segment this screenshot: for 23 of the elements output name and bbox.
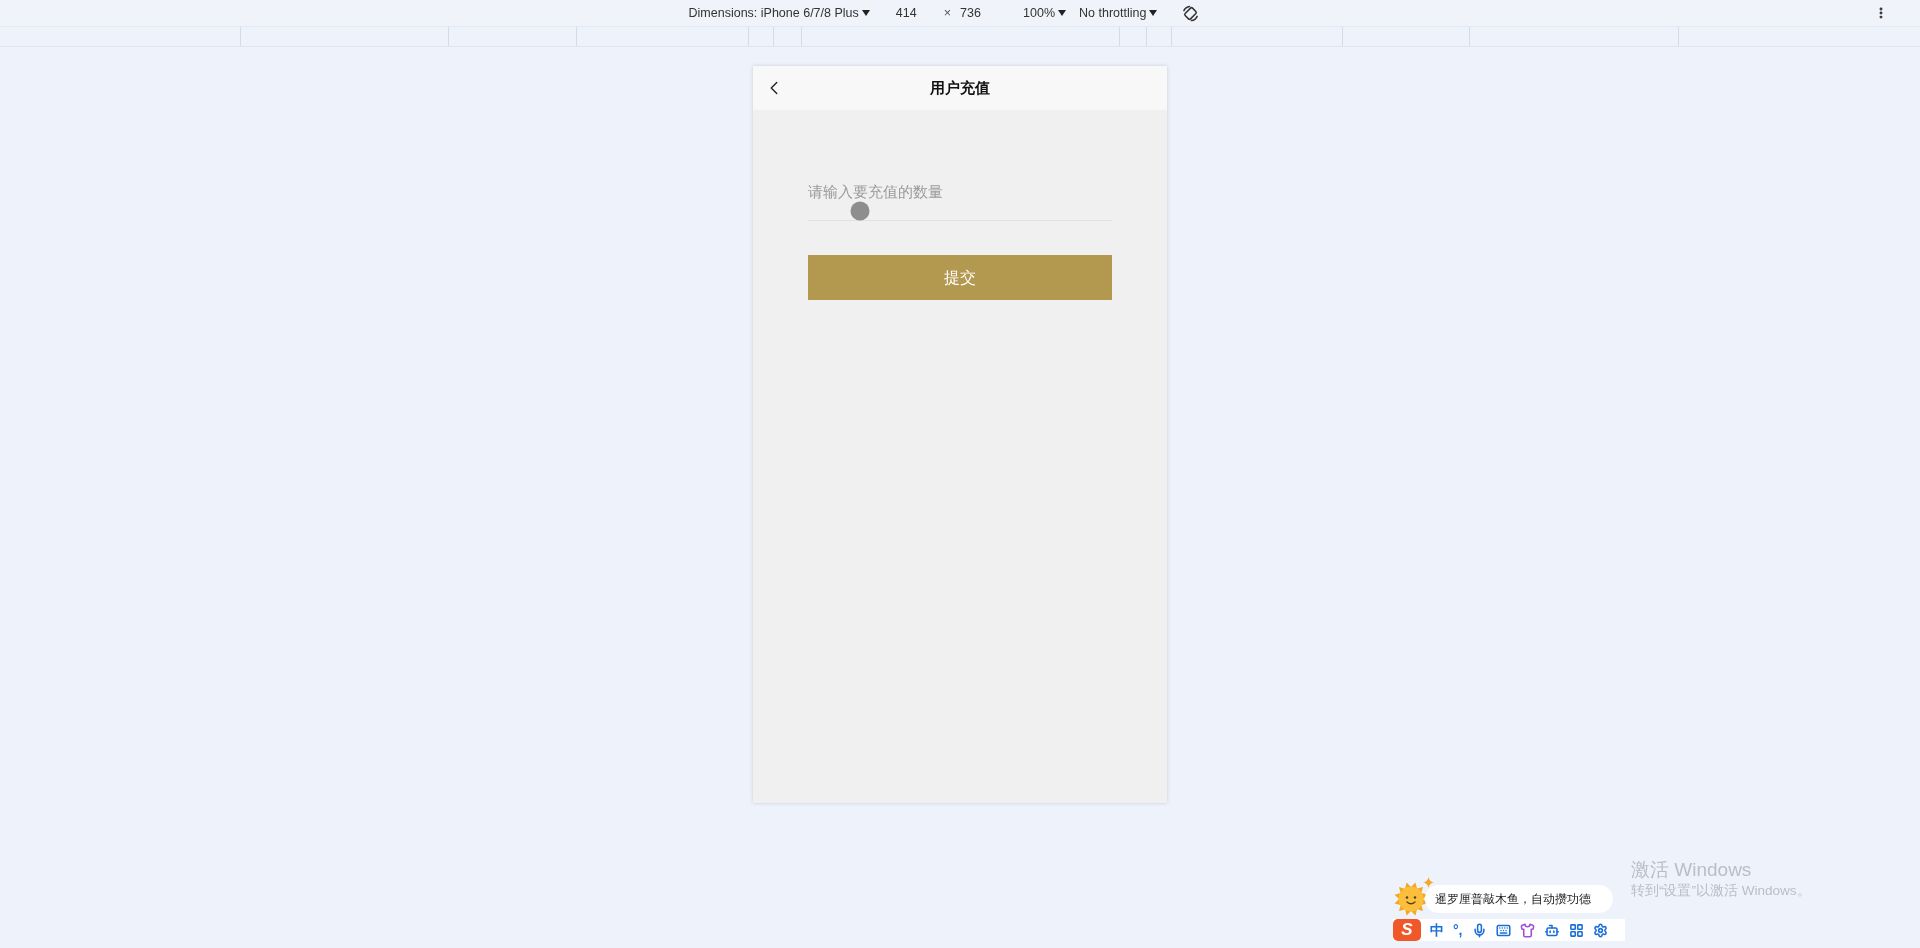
ime-mode[interactable]: 中 [1430,919,1444,941]
microphone-icon[interactable] [1471,922,1487,938]
caret-icon [1058,10,1067,16]
settings-icon[interactable] [1592,922,1608,938]
grid-icon[interactable] [1568,922,1584,938]
ime-punctuation[interactable]: °, [1453,919,1463,941]
throttling-select[interactable]: No throttling [1079,3,1147,23]
device-select[interactable]: Dimensions: iPhone 6/7/8 Plus [688,3,859,23]
amount-input[interactable]: 请输入要充值的数量 [808,177,1112,221]
shirt-icon[interactable] [1519,922,1535,938]
keyboard-icon[interactable] [1495,922,1511,938]
robot-icon[interactable] [1543,922,1560,938]
page-title: 用户充值 [929,77,991,98]
times-sign: × [943,4,952,22]
rotate-icon[interactable] [1182,4,1200,22]
caret-icon [861,10,870,16]
sparkle-icon [1423,877,1434,888]
ime-popup-message: 暹罗厘普敲木鱼，自动攒功德 [1435,891,1591,908]
height-input[interactable]: 736 [960,3,989,23]
caret-icon [1149,10,1158,16]
width-input[interactable]: 414 [895,3,924,23]
touch-cursor-icon [850,201,870,221]
zoom-select[interactable]: 100% [1023,3,1056,23]
